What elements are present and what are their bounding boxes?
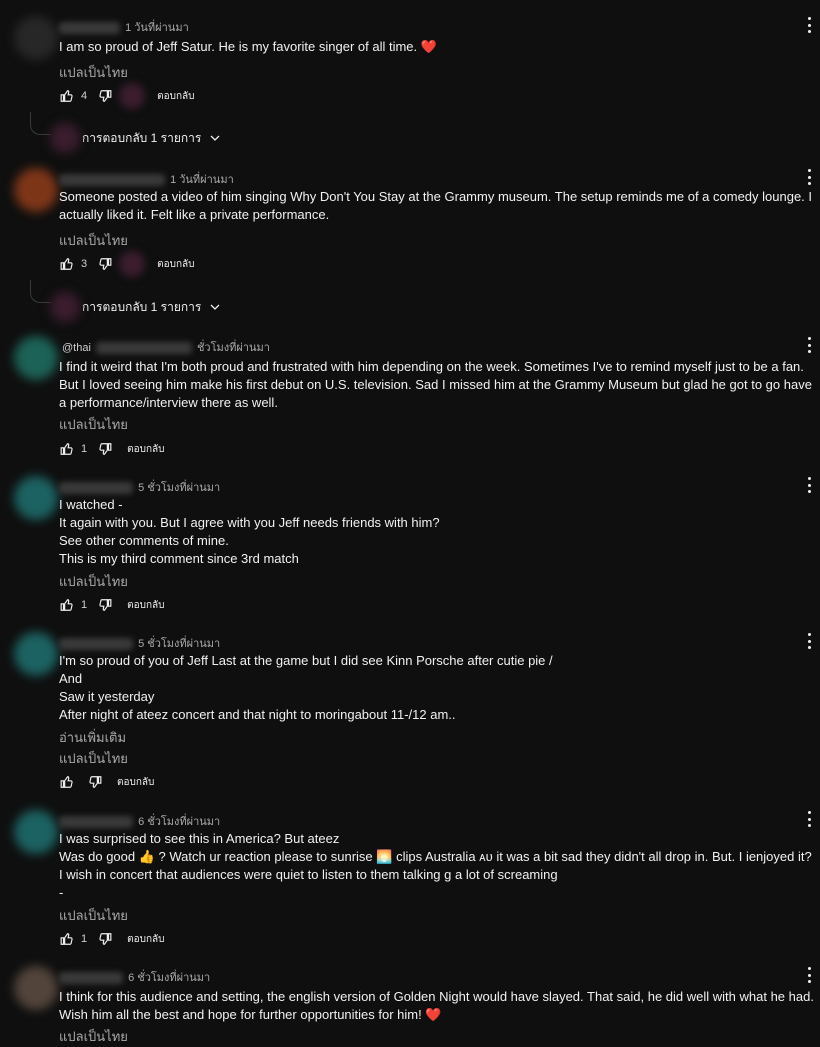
reply-button[interactable]: ตอบกลับ <box>157 257 194 272</box>
reply-button[interactable]: ตอบกลับ <box>117 775 154 790</box>
author-handle[interactable] <box>59 174 165 186</box>
comment-time[interactable]: ชั่วโมงที่ผ่านมา <box>197 342 270 354</box>
thumbs-up-icon[interactable] <box>59 88 75 104</box>
comment-meta: 1 วันที่ผ่านมา <box>59 18 189 36</box>
comment-text: I was surprised to see this in America? … <box>59 831 812 900</box>
like-count: 1 <box>81 443 88 455</box>
chevron-down-icon <box>210 304 220 310</box>
thumbs-up-icon[interactable] <box>59 256 75 272</box>
replies-toggle[interactable]: การตอบกลับ 1 รายการ <box>50 123 221 153</box>
read-more-link[interactable]: อ่านเพิ่มเติม <box>59 727 126 748</box>
comment-4: 5 ชั่วโมงที่ผ่านมา I watched - It again … <box>0 474 820 614</box>
translate-link[interactable]: แปลเป็นไทย <box>59 414 128 435</box>
thumbs-down-icon[interactable] <box>97 256 113 272</box>
thumbs-up-icon[interactable] <box>59 441 75 457</box>
thumbs-down-icon[interactable] <box>97 931 113 947</box>
comment-2: 1 วันที่ผ่านมา Someone posted a video of… <box>0 166 820 296</box>
thumbs-up-icon[interactable] <box>59 597 75 613</box>
reply-avatar <box>50 123 80 153</box>
replies-toggle-label: การตอบกลับ 1 รายการ <box>82 299 202 314</box>
thumbs-down-icon[interactable] <box>97 88 113 104</box>
comment-actions: ตอบกลับ <box>59 772 154 792</box>
comment-actions: 4 ตอบกลับ <box>59 83 195 109</box>
avatar[interactable] <box>14 16 58 60</box>
comment-time[interactable]: 1 วันที่ผ่านมา <box>125 22 189 34</box>
comment-time[interactable]: 6 ชั่วโมงที่ผ่านมา <box>138 816 220 828</box>
comment-text: I am so proud of Jeff Satur. He is my fa… <box>59 39 437 54</box>
more-vert-icon[interactable] <box>804 168 814 186</box>
comment-actions: 3 ตอบกลับ <box>59 251 195 277</box>
replies-toggle[interactable]: การตอบกลับ 1 รายการ <box>50 292 221 322</box>
author-handle-blur <box>95 342 192 354</box>
translate-link[interactable]: แปลเป็นไทย <box>59 230 128 251</box>
thread-line <box>30 280 51 303</box>
comment-time[interactable]: 6 ชั่วโมงที่ผ่านมา <box>128 972 210 984</box>
like-count: 4 <box>81 90 88 102</box>
more-vert-icon[interactable] <box>804 810 814 828</box>
comment-meta: 5 ชั่วโมงที่ผ่านมา <box>59 634 220 652</box>
avatar[interactable] <box>14 336 58 380</box>
chevron-down-icon <box>210 135 220 141</box>
comment-time[interactable]: 5 ชั่วโมงที่ผ่านมา <box>138 482 220 494</box>
reply-button[interactable]: ตอบกลับ <box>127 442 164 457</box>
comment-text: I find it weird that I'm both proud and … <box>59 359 812 410</box>
author-handle[interactable]: @thai <box>59 342 94 354</box>
comment-meta: 1 วันที่ผ่านมา <box>59 170 234 188</box>
comment-time[interactable]: 1 วันที่ผ่านมา <box>170 174 234 186</box>
creator-heart-avatar <box>119 83 146 109</box>
comment-text: I think for this audience and setting, t… <box>59 989 814 1022</box>
comment-7: 6 ชั่วโมงที่ผ่านมา I think for this audi… <box>0 964 820 1046</box>
comment-text: I watched - It again with you. But I agr… <box>59 497 440 566</box>
like-count: 1 <box>81 933 88 945</box>
comment-actions: 1 ตอบกลับ <box>59 929 165 949</box>
thumbs-up-icon[interactable] <box>59 931 75 947</box>
thread-line <box>30 112 51 135</box>
avatar[interactable] <box>14 810 58 854</box>
comment-actions: 1 ตอบกลับ <box>59 595 165 615</box>
comment-meta: 6 ชั่วโมงที่ผ่านมา <box>59 968 210 986</box>
comment-5: 5 ชั่วโมงที่ผ่านมา I'm so proud of you o… <box>0 630 820 790</box>
translate-link[interactable]: แปลเป็นไทย <box>59 571 128 592</box>
more-vert-icon[interactable] <box>804 336 814 354</box>
thumbs-down-icon[interactable] <box>97 441 113 457</box>
comment-text: Someone posted a video of him singing Wh… <box>59 189 813 222</box>
comment-meta: 5 ชั่วโมงที่ผ่านมา <box>59 478 220 496</box>
more-vert-icon[interactable] <box>804 476 814 494</box>
reply-avatar <box>50 292 80 322</box>
creator-heart-avatar <box>119 251 146 277</box>
more-vert-icon[interactable] <box>804 966 814 984</box>
author-handle[interactable] <box>59 22 120 34</box>
comment-3: @thai ชั่วโมงที่ผ่านมา I find it weird t… <box>0 334 820 464</box>
author-handle[interactable] <box>59 638 133 650</box>
comment-6: 6 ชั่วโมงที่ผ่านมา I was surprised to se… <box>0 808 820 958</box>
translate-link[interactable]: แปลเป็นไทย <box>59 748 128 769</box>
thumbs-down-icon[interactable] <box>87 774 103 790</box>
comment-meta: @thai ชั่วโมงที่ผ่านมา <box>59 338 270 356</box>
translate-link[interactable]: แปลเป็นไทย <box>59 905 128 926</box>
thumbs-down-icon[interactable] <box>97 597 113 613</box>
avatar[interactable] <box>14 476 58 520</box>
thumbs-up-icon[interactable] <box>59 774 75 790</box>
more-vert-icon[interactable] <box>804 632 814 650</box>
avatar[interactable] <box>14 966 58 1010</box>
reply-button[interactable]: ตอบกลับ <box>157 89 194 104</box>
author-handle[interactable] <box>59 972 123 984</box>
like-count: 1 <box>81 599 88 611</box>
avatar[interactable] <box>14 632 58 676</box>
translate-link[interactable]: แปลเป็นไทย <box>59 1026 128 1047</box>
reply-button[interactable]: ตอบกลับ <box>127 932 164 947</box>
replies-toggle-label: การตอบกลับ 1 รายการ <box>82 130 202 145</box>
reply-button[interactable]: ตอบกลับ <box>127 598 164 613</box>
author-handle[interactable] <box>59 482 133 494</box>
author-handle[interactable] <box>59 816 133 828</box>
comment-text: I'm so proud of you of Jeff Last at the … <box>59 653 553 722</box>
comment-time[interactable]: 5 ชั่วโมงที่ผ่านมา <box>138 638 220 650</box>
like-count: 3 <box>81 258 88 270</box>
translate-link[interactable]: แปลเป็นไทย <box>59 62 128 83</box>
avatar[interactable] <box>14 168 58 212</box>
more-vert-icon[interactable] <box>804 16 814 34</box>
comment-meta: 6 ชั่วโมงที่ผ่านมา <box>59 812 220 830</box>
comment-actions: 1 ตอบกลับ <box>59 439 165 459</box>
